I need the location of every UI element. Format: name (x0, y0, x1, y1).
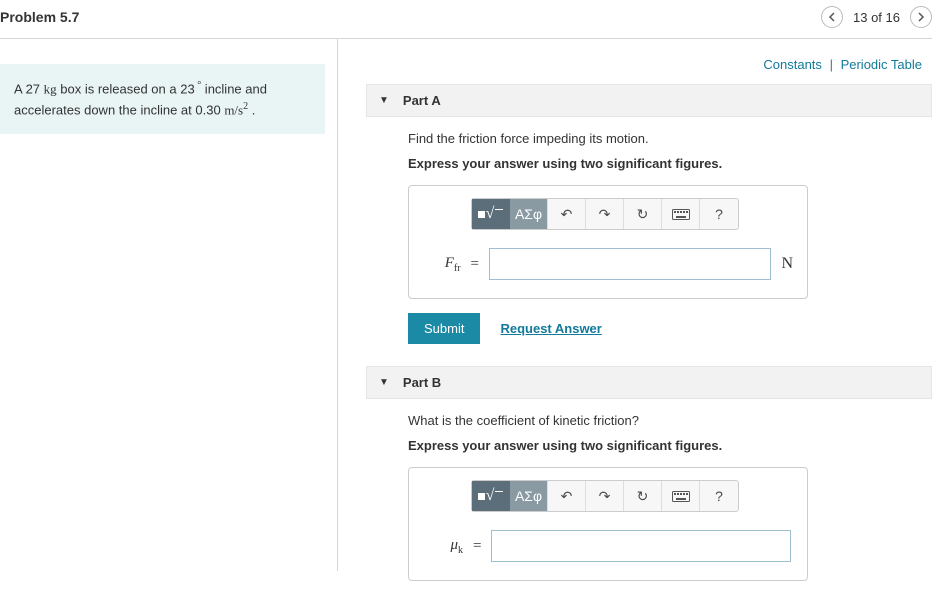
separator: | (830, 57, 833, 72)
part-b-instruction: Express your answer using two significan… (408, 438, 932, 453)
position-label: 13 of 16 (853, 10, 900, 25)
variable-label: Ffr (423, 255, 461, 274)
help-button[interactable]: ? (700, 481, 738, 511)
given-text: A 27 (14, 81, 44, 96)
given-text: box is released on a 23 (57, 81, 195, 96)
part-b-header[interactable]: ▼ Part B (366, 366, 932, 399)
page-title: Problem 5.7 (0, 9, 79, 25)
keyboard-icon (672, 209, 690, 220)
part-a-question: Find the friction force impeding its mot… (408, 131, 932, 146)
periodic-table-link[interactable]: Periodic Table (841, 57, 922, 72)
sqrt-template-icon: √ (478, 487, 504, 505)
next-button[interactable] (910, 6, 932, 28)
undo-button[interactable]: ↶ (548, 481, 586, 511)
greek-button[interactable]: ΑΣφ (510, 481, 548, 511)
template-button[interactable]: √ (472, 199, 510, 229)
reference-links: Constants | Periodic Table (366, 57, 932, 72)
answer-box-a: √ ΑΣφ ↶ ↷ ↻ ? Ffr = N (408, 185, 808, 299)
chevron-left-icon (828, 12, 836, 22)
request-answer-link[interactable]: Request Answer (500, 321, 601, 336)
sqrt-template-icon: √ (478, 205, 504, 223)
help-button[interactable]: ? (700, 199, 738, 229)
answer-input-a[interactable] (489, 248, 771, 280)
variable-label: μk (423, 537, 463, 556)
redo-button[interactable]: ↷ (586, 199, 624, 229)
constants-link[interactable]: Constants (763, 57, 822, 72)
equation-toolbar: √ ΑΣφ ↶ ↷ ↻ ? (471, 198, 739, 230)
unit-label: N (781, 255, 793, 273)
equals-sign: = (473, 538, 481, 555)
unit-kg: kg (44, 81, 57, 96)
template-button[interactable]: √ (472, 481, 510, 511)
part-a-instruction: Express your answer using two significan… (408, 156, 932, 171)
chevron-right-icon (917, 12, 925, 22)
reset-button[interactable]: ↻ (624, 199, 662, 229)
caret-down-icon: ▼ (379, 377, 389, 388)
keyboard-button[interactable] (662, 199, 700, 229)
prev-button[interactable] (821, 6, 843, 28)
given-text: . (248, 102, 255, 117)
keyboard-button[interactable] (662, 481, 700, 511)
equation-toolbar: √ ΑΣφ ↶ ↷ ↻ ? (471, 480, 739, 512)
keyboard-icon (672, 491, 690, 502)
undo-button[interactable]: ↶ (548, 199, 586, 229)
answer-input-b[interactable] (491, 530, 791, 562)
caret-down-icon: ▼ (379, 95, 389, 106)
submit-button[interactable]: Submit (408, 313, 480, 344)
reset-button[interactable]: ↻ (624, 481, 662, 511)
unit-ms: m/s (224, 102, 243, 117)
equals-sign: = (471, 256, 479, 273)
part-b-question: What is the coefficient of kinetic frict… (408, 413, 932, 428)
greek-button[interactable]: ΑΣφ (510, 199, 548, 229)
nav-area: 13 of 16 (821, 6, 932, 28)
part-a-label: Part A (403, 93, 441, 108)
answer-box-b: √ ΑΣφ ↶ ↷ ↻ ? μk = (408, 467, 808, 581)
redo-button[interactable]: ↷ (586, 481, 624, 511)
part-b-label: Part B (403, 375, 441, 390)
problem-given: A 27 kg box is released on a 23 ° inclin… (0, 64, 325, 134)
part-a-header[interactable]: ▼ Part A (366, 84, 932, 117)
